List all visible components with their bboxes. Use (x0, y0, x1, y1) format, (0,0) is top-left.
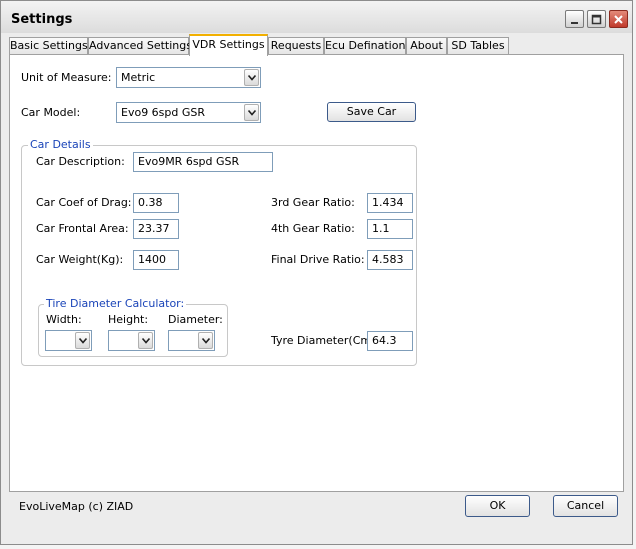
unit-of-measure-select[interactable]: Metric (116, 67, 261, 88)
dropdown-button[interactable] (244, 69, 259, 86)
minimize-button[interactable] (565, 10, 584, 28)
close-button[interactable] (609, 10, 628, 28)
chevron-down-icon (248, 110, 256, 116)
tyre-diameter-label: Tyre Diameter(Cm): (271, 334, 380, 347)
settings-window: Settings Basic Settings Advanced Setting… (0, 0, 633, 545)
frontal-area-input[interactable]: 23.37 (133, 219, 179, 239)
gear4-ratio-label: 4th Gear Ratio: (271, 222, 355, 235)
car-description-input[interactable]: Evo9MR 6spd GSR (133, 152, 273, 172)
tire-height-label: Height: (108, 313, 149, 326)
tab-basic-settings[interactable]: Basic Settings (9, 37, 88, 55)
tyre-diameter-input[interactable]: 64.3 (367, 331, 413, 351)
tab-requests[interactable]: Requests (268, 37, 324, 55)
chevron-down-icon (142, 338, 150, 344)
drag-coef-input[interactable]: 0.38 (133, 193, 179, 213)
car-model-label: Car Model: (21, 106, 81, 119)
dropdown-button[interactable] (198, 332, 213, 349)
car-model-select[interactable]: Evo9 6spd GSR (116, 102, 261, 123)
car-weight-input[interactable]: 1400 (133, 250, 179, 270)
car-description-label: Car Description: (36, 155, 125, 168)
tab-vdr-settings[interactable]: VDR Settings (189, 34, 268, 56)
gear3-ratio-input[interactable]: 1.434 (367, 193, 413, 213)
drag-coef-label: Car Coef of Drag: (36, 196, 132, 209)
chevron-down-icon (202, 338, 210, 344)
gear3-ratio-label: 3rd Gear Ratio: (271, 196, 355, 209)
tab-sd-tables[interactable]: SD Tables (447, 37, 509, 55)
background-app-bottom (0, 545, 636, 549)
tire-diameter-select[interactable] (168, 330, 215, 351)
cancel-button[interactable]: Cancel (553, 495, 618, 517)
chevron-down-icon (79, 338, 87, 344)
gear4-ratio-input[interactable]: 1.1 (367, 219, 413, 239)
frontal-area-label: Car Frontal Area: (36, 222, 129, 235)
dropdown-button[interactable] (244, 104, 259, 121)
car-weight-label: Car Weight(Kg): (36, 253, 124, 266)
maximize-icon (591, 14, 602, 24)
copyright-text: EvoLiveMap (c) ZIAD (19, 500, 134, 513)
tire-calculator-legend: Tire Diameter Calculator: (44, 297, 187, 310)
chevron-down-icon (248, 75, 256, 81)
tire-diameter-label: Diameter: (168, 313, 223, 326)
tab-advanced-settings[interactable]: Advanced Settings (88, 37, 192, 55)
close-icon (614, 14, 623, 24)
final-drive-label: Final Drive Ratio: (271, 253, 365, 266)
tire-height-select[interactable] (108, 330, 155, 351)
ok-button[interactable]: OK (465, 495, 530, 517)
save-car-button[interactable]: Save Car (327, 102, 416, 122)
tire-width-select[interactable] (45, 330, 92, 351)
car-model-value: Evo9 6spd GSR (121, 106, 206, 119)
unit-of-measure-value: Metric (121, 71, 156, 84)
title-bar[interactable]: Settings (1, 1, 632, 33)
maximize-button[interactable] (587, 10, 606, 28)
final-drive-input[interactable]: 4.583 (367, 250, 413, 270)
tire-width-label: Width: (46, 313, 82, 326)
minimize-icon (571, 21, 578, 24)
vdr-settings-panel: Unit of Measure: Metric Car Model: Evo9 … (9, 54, 624, 492)
dropdown-button[interactable] (75, 332, 90, 349)
unit-of-measure-label: Unit of Measure: (21, 71, 112, 84)
window-title: Settings (11, 12, 73, 27)
car-details-legend: Car Details (28, 138, 93, 151)
dropdown-button[interactable] (138, 332, 153, 349)
tab-ecu-defination[interactable]: Ecu Defination (324, 37, 406, 55)
tab-about[interactable]: About (406, 37, 447, 55)
